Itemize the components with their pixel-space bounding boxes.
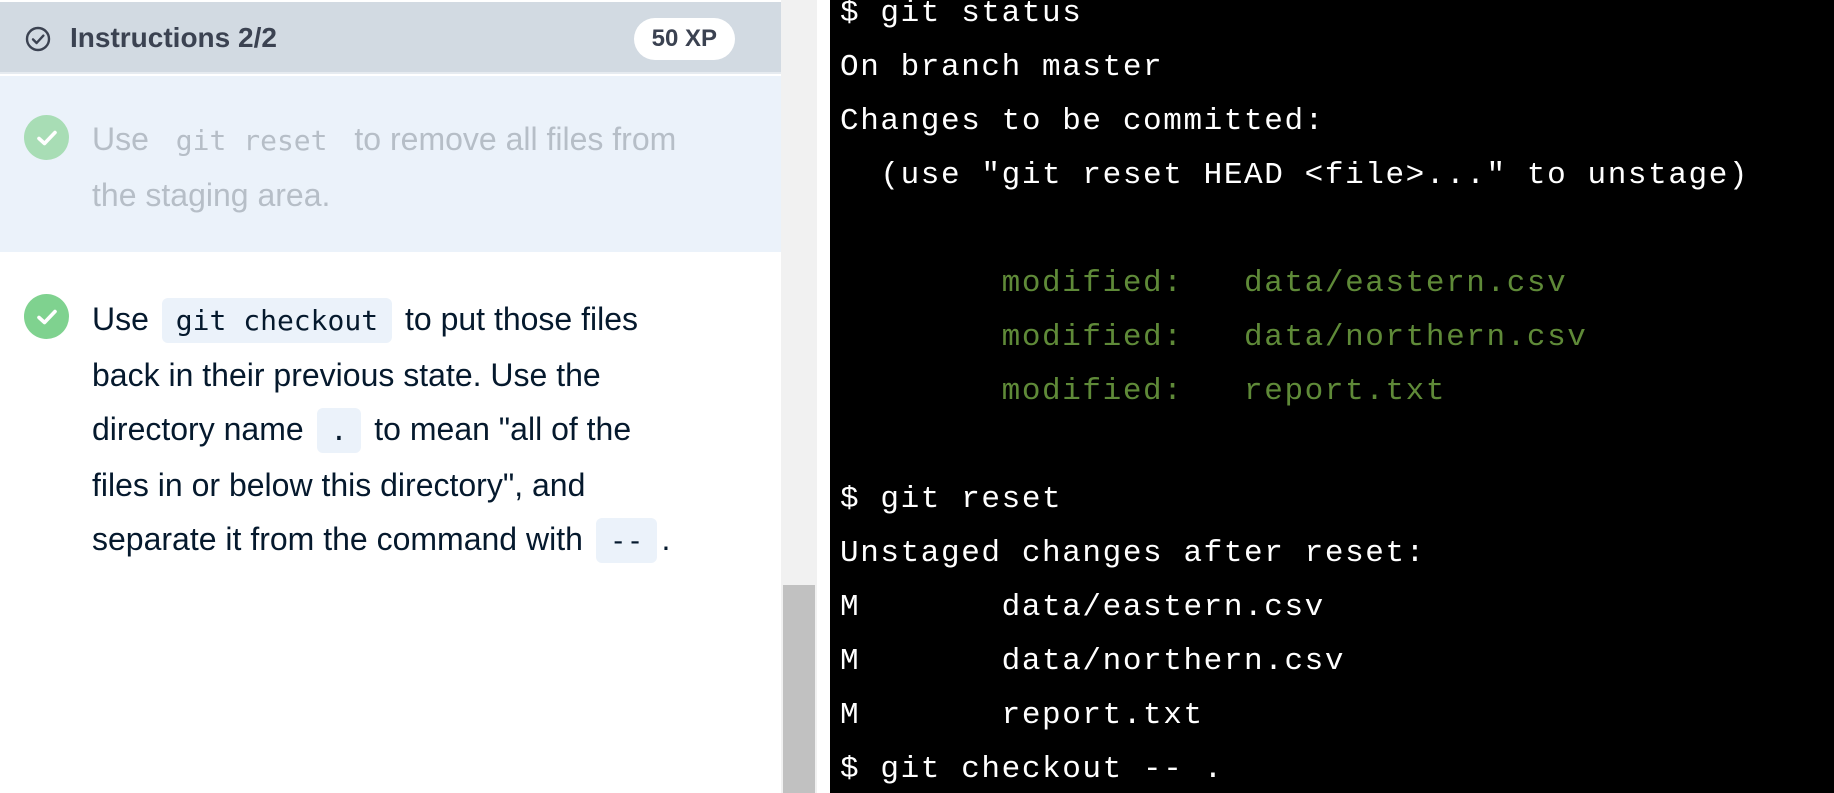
inline-code: . <box>316 408 362 453</box>
inline-code: git reset <box>175 124 328 157</box>
panel-divider[interactable] <box>817 0 830 793</box>
terminal-line: $ git reset <box>840 482 1063 517</box>
circle-check-icon <box>25 26 51 52</box>
step-line: Use git checkout to put those files <box>92 292 752 348</box>
terminal[interactable]: $ git status On branch master Changes to… <box>830 0 1834 793</box>
step-text-segment: to put those files <box>404 301 639 337</box>
step-line: back in their previous state. Use the <box>92 357 601 393</box>
step-1-text: Use git reset to remove all files from t… <box>92 112 752 222</box>
terminal-line: On branch master <box>840 50 1164 85</box>
terminal-line: $ git checkout -- . <box>840 752 1224 787</box>
terminal-line: modified: data/northern.csv <box>840 320 1588 355</box>
instructions-header[interactable]: Instructions 2/2 50 XP <box>0 2 781 74</box>
step-text-segment: to mean "all of the <box>374 411 632 447</box>
instruction-step-2[interactable]: Use git checkout to put those files back… <box>0 252 781 582</box>
instruction-step-1[interactable]: Use git reset to remove all files from t… <box>0 76 781 252</box>
instructions-title: Instructions 2/2 <box>70 22 277 53</box>
terminal-line: (use "git reset HEAD <file>..." to unsta… <box>840 158 1750 193</box>
terminal-line: M data/northern.csv <box>840 644 1346 679</box>
step-text-segment: directory name <box>92 411 304 447</box>
xp-badge: 50 XP <box>633 18 735 60</box>
step-text-segment: Use <box>92 121 149 157</box>
step-text-segment: separate it from the command with <box>92 521 583 557</box>
terminal-line: M report.txt <box>840 698 1204 733</box>
step-line: directory name . to mean "all of the <box>92 402 752 458</box>
step-line: separate it from the command with --. <box>92 512 752 568</box>
terminal-line: Changes to be committed: <box>840 104 1325 139</box>
step-text-segment: to remove all files from <box>354 121 677 157</box>
step-line: files in or below this directory", and <box>92 467 586 503</box>
step-2-text: Use git checkout to put those files back… <box>92 292 752 568</box>
step-line: Use git reset to remove all files from <box>92 112 752 168</box>
instructions-panel: Instructions 2/2 50 XP Use git reset to … <box>0 0 781 793</box>
terminal-line: modified: data/eastern.csv <box>840 266 1568 301</box>
terminal-line: modified: report.txt <box>840 374 1447 409</box>
step-text-segment: Use <box>92 301 149 337</box>
scrollbar-thumb[interactable] <box>783 585 815 793</box>
terminal-line: $ git status <box>840 0 1083 31</box>
terminal-line: M data/eastern.csv <box>840 590 1325 625</box>
step-line: the staging area. <box>92 177 331 213</box>
check-circle-icon <box>24 294 69 339</box>
check-circle-icon <box>24 115 69 160</box>
inline-code: git checkout <box>161 298 393 343</box>
step-text-segment: . <box>661 521 671 557</box>
terminal-line: Unstaged changes after reset: <box>840 536 1426 571</box>
inline-code: -- <box>595 518 658 563</box>
terminal-output: $ git status On branch master Changes to… <box>840 0 1749 793</box>
